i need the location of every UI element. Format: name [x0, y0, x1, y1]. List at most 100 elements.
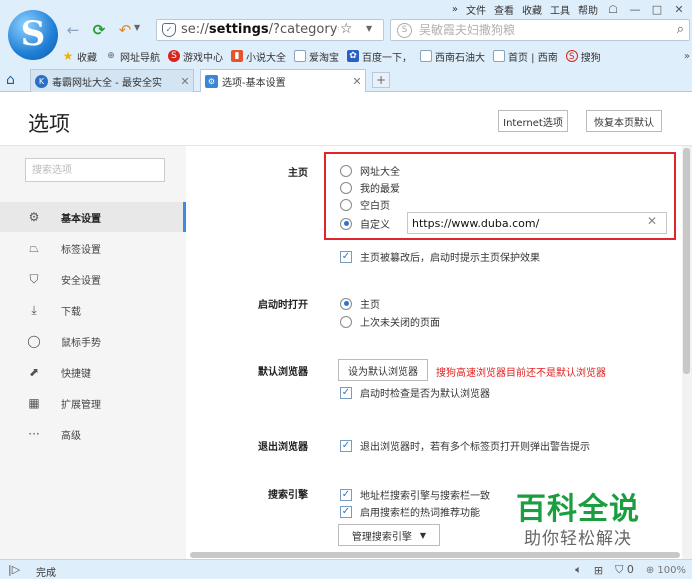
bookmark-favorites[interactable]: ★ 收藏	[62, 49, 97, 64]
sidebar-item-tabs[interactable]: ⏢ 标签设置	[0, 233, 186, 263]
game-center-icon: S	[168, 50, 180, 62]
custom-homepage-url-input[interactable]	[407, 212, 667, 234]
manage-search-engine-button[interactable]: 管理搜索引擎 ▼	[338, 524, 440, 546]
homepage-option-custom[interactable]: 自定义	[340, 216, 390, 231]
bookmark-swpu1[interactable]: 西南石油大	[420, 49, 485, 64]
bookmark-star-icon[interactable]: ☆	[340, 21, 353, 37]
options-search-input[interactable]	[25, 158, 165, 182]
ad-block-icon[interactable]: ⛉ 0	[615, 563, 634, 577]
radio-button[interactable]	[340, 164, 352, 177]
close-tab-icon[interactable]: ✕	[177, 75, 193, 88]
sogou-icon: S	[565, 50, 578, 62]
menu-bar: » 文件 查看 收藏 工具 帮助 ☖ — □ ✕	[452, 2, 686, 17]
menu-favorites[interactable]: 收藏	[522, 2, 542, 17]
status-bar: |▷ 完成 🔈︎ ⊞ ⛉ 0 ⊕ 100%	[0, 559, 692, 579]
status-text: 完成	[36, 568, 56, 579]
sidebar-item-download[interactable]: ⤓ 下载	[0, 295, 186, 325]
sidebar-toggle-icon[interactable]: |▷	[8, 563, 20, 576]
radio-button[interactable]	[340, 198, 352, 211]
skin-icon[interactable]: ☖	[606, 3, 620, 16]
checkbox-checked[interactable]: ✓	[340, 505, 352, 518]
bookmark-nav[interactable]: ⊕ 网址导航	[105, 49, 160, 64]
refresh-icon[interactable]: ⟳	[90, 21, 108, 39]
checkbox-checked[interactable]: ✓	[340, 488, 352, 501]
internet-options-button[interactable]: Internet选项	[498, 110, 568, 132]
watermark-subtitle: 助你轻松解决	[524, 529, 632, 549]
close-tab-icon[interactable]: ✕	[349, 75, 365, 88]
radio-button[interactable]	[340, 315, 352, 328]
bookmark-games[interactable]: S 游戏中心	[168, 49, 223, 64]
check-default-checkbox[interactable]: ✓ 启动时检查是否为默认浏览器	[340, 385, 490, 400]
tab-settings[interactable]: ⚙ 选项-基本设置 ✕	[200, 69, 366, 92]
horizontal-scrollbar-thumb[interactable]	[190, 552, 680, 558]
restore-default-button[interactable]: 恢复本页默认	[586, 110, 662, 132]
radio-button-selected[interactable]	[340, 217, 352, 230]
not-default-warning: 搜狗高速浏览器目前还不是默认浏览器	[436, 368, 606, 379]
homepage-label: 主页	[288, 168, 308, 179]
menu-view[interactable]: 查看	[494, 2, 514, 17]
exit-warning-checkbox[interactable]: ✓ 退出浏览器时，若有多个标签页打开则弹出警告提示	[340, 438, 590, 453]
sidebar-item-mouse-gesture[interactable]: ◯ 鼠标手势	[0, 326, 186, 356]
search-box[interactable]: S ⌕	[390, 19, 690, 41]
vertical-scrollbar-thumb[interactable]	[683, 148, 690, 374]
homepage-option-favorite[interactable]: 我的最爱	[340, 180, 400, 195]
checkbox-checked[interactable]: ✓	[340, 250, 352, 263]
bookmark-swpu2[interactable]: 首页 | 西南	[493, 49, 558, 64]
hot-words-checkbox[interactable]: ✓ 启用搜索栏的热词推荐功能	[340, 504, 480, 519]
tab-strip: ⌂ K 毒霸网址大全 - 最安全实 ✕ ⚙ 选项-基本设置 ✕ +	[0, 69, 692, 92]
sidebar-item-basic[interactable]: ⚙ 基本设置	[0, 202, 186, 232]
startup-label: 启动时打开	[258, 300, 308, 311]
bookmark-sogou[interactable]: S 搜狗	[565, 49, 601, 64]
bookmarks-more-icon[interactable]: »	[684, 51, 690, 62]
close-icon[interactable]: ✕	[672, 3, 686, 16]
extensions-icon: ▦	[28, 396, 40, 410]
star-icon: ★	[62, 49, 74, 63]
security-shield-icon: ✓	[162, 23, 176, 37]
sidebar-item-extensions[interactable]: ▦ 扩展管理	[0, 388, 186, 418]
set-default-browser-button[interactable]: 设为默认浏览器	[338, 359, 428, 381]
radio-button[interactable]	[340, 181, 352, 194]
bookmark-novels[interactable]: ▮ 小说大全	[231, 49, 286, 64]
menu-file[interactable]: 文件	[466, 2, 486, 17]
new-tab-button[interactable]: +	[372, 72, 390, 88]
address-dropdown-icon[interactable]: ▼	[366, 24, 372, 33]
menu-help[interactable]: 帮助	[578, 2, 598, 17]
back-arrow-icon[interactable]: ←	[64, 21, 82, 39]
clear-input-icon[interactable]: ✕	[645, 214, 659, 228]
homepage-protect-checkbox[interactable]: ✓ 主页被篡改后，启动时提示主页保护效果	[340, 249, 540, 264]
speaker-icon[interactable]: 🔈︎	[575, 563, 582, 577]
search-engine-icon[interactable]: S	[397, 23, 412, 38]
sidebar-item-security[interactable]: ⛉ 安全设置	[0, 264, 186, 294]
homepage-option-nav[interactable]: 网址大全	[340, 163, 400, 178]
bookmark-taobao[interactable]: 爱淘宝	[294, 49, 339, 64]
globe-icon: ⊕	[107, 51, 115, 61]
homepage-option-blank[interactable]: 空白页	[340, 197, 390, 212]
address-text[interactable]: se://settings/?category=ge	[181, 22, 339, 37]
chevron-down-icon[interactable]: ▼	[134, 23, 140, 32]
toolbox-icon[interactable]: ⊞	[594, 564, 603, 577]
startup-option-homepage[interactable]: 主页	[340, 296, 380, 311]
address-bar[interactable]: ✓ se://settings/?category=ge ☆ ▼	[156, 19, 384, 41]
chevron-down-icon: ▼	[419, 530, 427, 540]
sidebar-item-shortcuts[interactable]: ⬈ 快捷键	[0, 357, 186, 387]
minimize-icon[interactable]: —	[628, 3, 642, 16]
settings-page: 选项 Internet选项 恢复本页默认 ⚙ 基本设置 ⏢ 标签设置 ⛉ 安全设…	[0, 92, 692, 559]
sogou-logo[interactable]: S	[8, 10, 58, 60]
menu-tools[interactable]: 工具	[550, 2, 570, 17]
restore-icon[interactable]: □	[650, 3, 664, 16]
zoom-level[interactable]: ⊕ 100%	[646, 565, 686, 576]
radio-button-selected[interactable]	[340, 297, 352, 310]
menu-expand-icon[interactable]: »	[452, 4, 458, 15]
undo-close-tab-icon[interactable]: ↶	[116, 21, 134, 39]
search-icon[interactable]: ⌕	[677, 22, 684, 37]
tab-duba[interactable]: K 毒霸网址大全 - 最安全实 ✕	[30, 69, 194, 92]
startup-option-last-session[interactable]: 上次未关闭的页面	[340, 314, 440, 329]
home-icon[interactable]: ⌂	[6, 72, 15, 88]
search-input[interactable]	[419, 22, 659, 38]
sidebar-item-advanced[interactable]: ··· 高级	[0, 419, 186, 449]
checkbox-checked[interactable]: ✓	[340, 386, 352, 399]
settings-sidebar: ⚙ 基本设置 ⏢ 标签设置 ⛉ 安全设置 ⤓ 下载 ◯ 鼠标手势 ⬈ 快捷键 ▦…	[0, 146, 186, 559]
checkbox-checked[interactable]: ✓	[340, 439, 352, 452]
bookmark-baidu[interactable]: ✿ 百度一下，	[347, 49, 412, 64]
search-sync-checkbox[interactable]: ✓ 地址栏搜索引擎与搜索栏一致	[340, 487, 490, 502]
